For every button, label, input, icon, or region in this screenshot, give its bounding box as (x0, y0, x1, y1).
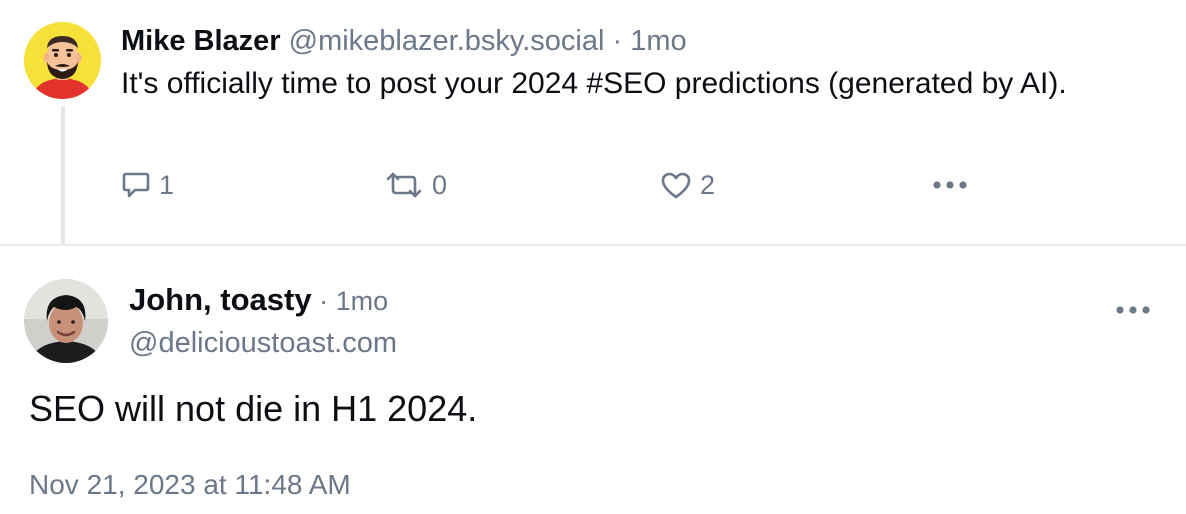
reply-button[interactable]: 1 (121, 165, 174, 205)
reply-count: 1 (159, 169, 175, 200)
reply-post-header: John, toasty · 1mo (129, 281, 388, 320)
like-count: 2 (700, 169, 716, 200)
repost-button[interactable]: 0 (384, 165, 447, 205)
meta-separator: · (604, 25, 631, 57)
post-actions-bar: 1 0 2 (0, 165, 1186, 205)
author-name[interactable]: Mike Blazer (121, 25, 281, 57)
heart-icon (661, 172, 691, 199)
speech-bubble-icon (122, 172, 150, 198)
parent-post-text: It's officially time to post your 2024 #… (121, 67, 1067, 100)
meta-separator: · (311, 286, 336, 316)
ellipsis-icon (933, 181, 967, 189)
post-options-button[interactable] (1114, 298, 1152, 322)
post-timestamp: Nov 21, 2023 at 11:48 AM (29, 469, 351, 500)
post-time[interactable]: 1mo (630, 25, 686, 57)
cartoon-avatar-icon (24, 22, 101, 99)
post-options-button[interactable] (932, 165, 968, 205)
reply-post-text: SEO will not die in H1 2024. (29, 388, 478, 429)
repost-count: 0 (432, 169, 448, 200)
avatar[interactable] (24, 22, 101, 99)
post-time[interactable]: 1mo (336, 286, 389, 316)
profile-photo-icon (24, 279, 108, 363)
author-handle[interactable]: @mikeblazer.bsky.social (289, 25, 605, 57)
repost-arrows-icon (386, 172, 422, 198)
author-name[interactable]: John, toasty (129, 282, 312, 317)
avatar[interactable] (24, 279, 108, 363)
ellipsis-icon (1116, 306, 1150, 314)
post-divider (0, 244, 1186, 246)
author-handle[interactable]: @delicioustoast.com (129, 325, 397, 361)
parent-post-header: Mike Blazer @mikeblazer.bsky.social · 1m… (121, 23, 687, 59)
like-button[interactable]: 2 (660, 165, 715, 205)
